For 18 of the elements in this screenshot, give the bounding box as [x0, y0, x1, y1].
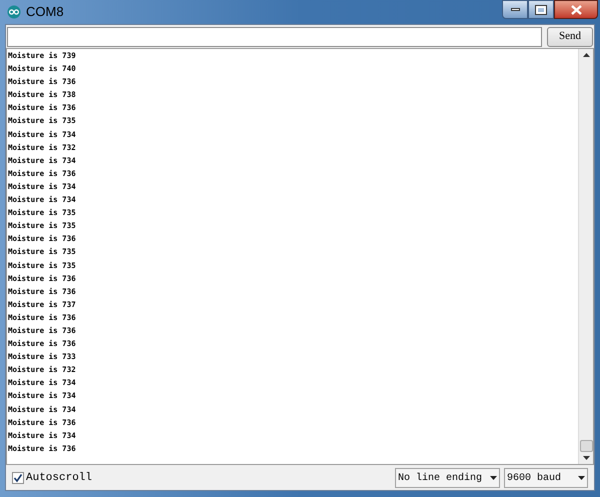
scrollbar[interactable] — [578, 49, 593, 464]
close-button[interactable] — [554, 0, 598, 19]
app-icon — [7, 5, 21, 19]
baud-rate-dropdown[interactable]: 9600 baud — [504, 468, 588, 488]
send-button[interactable]: Send — [547, 26, 593, 46]
dropdown-arrow-icon — [578, 476, 585, 480]
close-icon — [570, 4, 582, 14]
scroll-down-icon[interactable] — [582, 456, 590, 460]
message-input-field[interactable] — [7, 26, 542, 46]
scroll-up-icon[interactable] — [582, 53, 590, 57]
minimize-button[interactable] — [502, 0, 528, 19]
autoscroll-checkbox[interactable] — [12, 472, 24, 484]
dropdown-arrow-icon — [490, 476, 497, 480]
scroll-thumb[interactable] — [580, 440, 592, 452]
autoscroll-label: Autoscroll — [26, 470, 92, 486]
maximize-button[interactable] — [528, 0, 554, 19]
line-ending-dropdown[interactable]: No line ending — [395, 468, 500, 488]
window-title: COM8 — [26, 3, 64, 22]
